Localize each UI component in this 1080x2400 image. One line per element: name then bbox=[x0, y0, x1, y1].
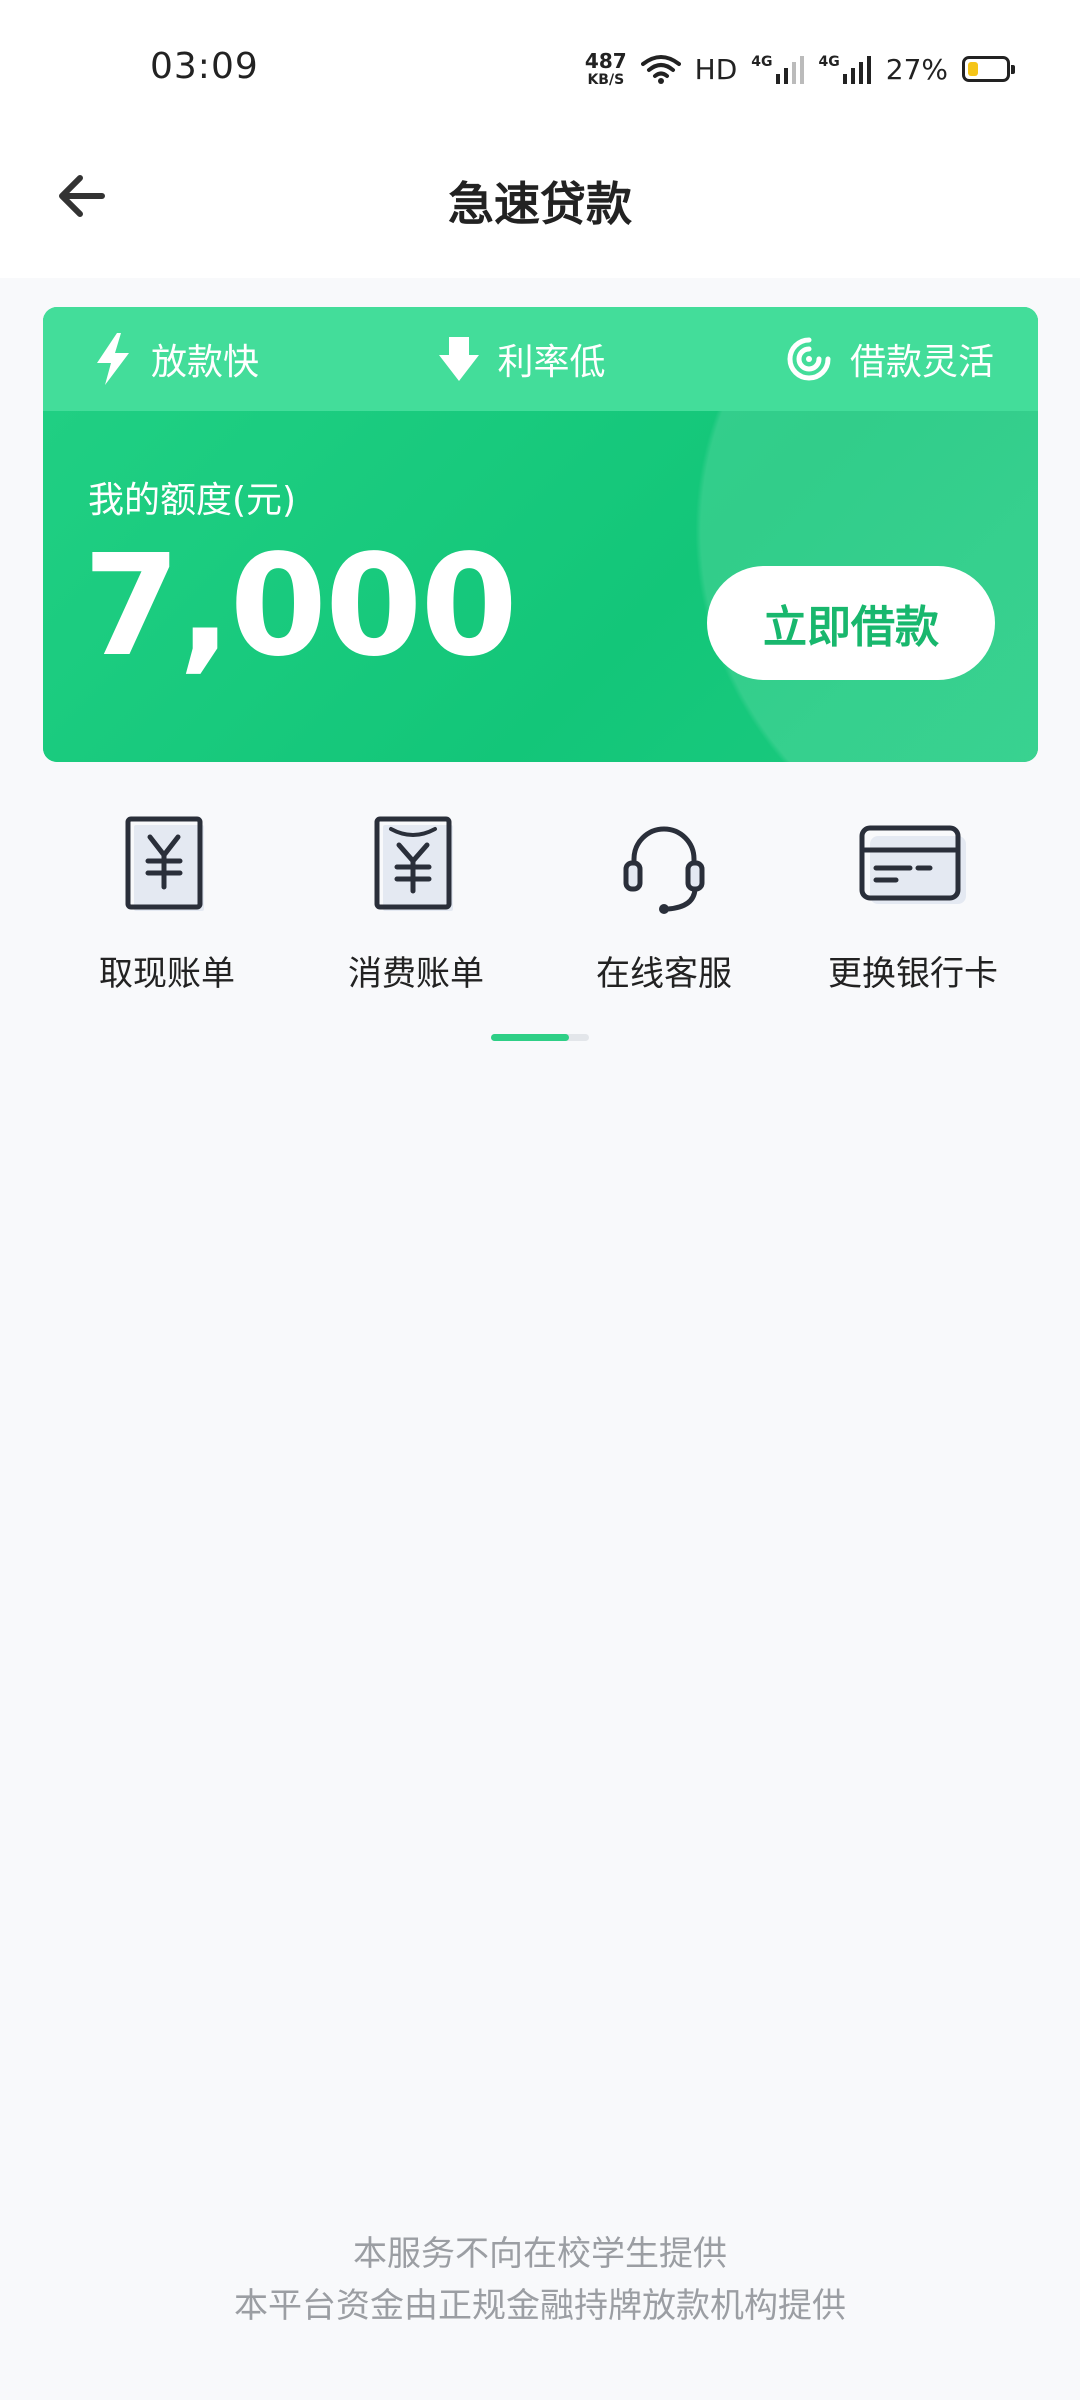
feature-band: 放款快 利率低 借款灵活 bbox=[43, 307, 1038, 411]
feature-label: 借款灵活 bbox=[849, 342, 994, 383]
yuan-bill-icon bbox=[374, 816, 453, 911]
disclaimer-line-2: 本平台资金由正规金融持牌放款机构提供 bbox=[234, 2286, 846, 2326]
quota-panel: 我的额度(元) 7,000 立即借款 bbox=[43, 411, 1038, 762]
bank-card-icon bbox=[859, 825, 966, 904]
feature-label: 放款快 bbox=[151, 342, 260, 383]
lightning-icon bbox=[97, 333, 129, 385]
battery-percent: 27% bbox=[885, 52, 948, 86]
feature-flexible: 借款灵活 bbox=[786, 333, 994, 385]
page-indicator-active bbox=[491, 1034, 569, 1041]
quota-amount: 7,000 bbox=[83, 525, 518, 688]
page-title: 急速贷款 bbox=[448, 177, 632, 231]
down-arrow-icon bbox=[439, 337, 480, 381]
disclaimer-line-1: 本服务不向在校学生提供 bbox=[353, 2234, 727, 2274]
signal-2: 4G bbox=[819, 54, 872, 84]
menu-label: 更换银行卡 bbox=[828, 954, 998, 994]
headset-icon bbox=[623, 826, 705, 914]
status-time: 03:09 bbox=[150, 46, 259, 87]
menu-label: 在线客服 bbox=[596, 954, 732, 994]
borrow-now-button[interactable]: 立即借款 bbox=[707, 566, 995, 680]
network-speed-unit: KB/S bbox=[587, 72, 625, 88]
hd-label: HD bbox=[694, 52, 738, 86]
network-speed: 487 KB/S bbox=[585, 51, 627, 87]
loan-card: 放款快 利率低 借款灵活 我的额度(元) 7,000 立即借款 bbox=[43, 307, 1038, 762]
signal-1: 4G bbox=[751, 54, 804, 84]
menu-label: 消费账单 bbox=[348, 954, 484, 994]
menu-item-cash-bill[interactable]: 取现账单 bbox=[42, 810, 292, 1010]
wifi-icon bbox=[640, 55, 681, 84]
loan-page: 03:09 487 KB/S HD 4G 4G 27% 急速贷款 放款快 利率低… bbox=[0, 0, 1080, 2400]
status-icons: 487 KB/S HD 4G 4G 27% bbox=[585, 44, 1015, 94]
menu-item-online-service[interactable]: 在线客服 bbox=[539, 810, 789, 1010]
signal-bars-icon bbox=[842, 56, 871, 84]
network-speed-value: 487 bbox=[584, 49, 627, 73]
quick-menu: 取现账单 消费账单 在线客服 更换银行卡 bbox=[0, 810, 1080, 1010]
menu-label: 取现账单 bbox=[99, 954, 235, 994]
menu-page-indicator bbox=[491, 1034, 589, 1041]
quota-label: 我的额度(元) bbox=[88, 480, 297, 521]
signal-bars-icon bbox=[775, 56, 804, 84]
network-type-2: 4G bbox=[818, 54, 840, 70]
yuan-receipt-icon bbox=[125, 816, 204, 911]
battery-icon bbox=[962, 56, 1015, 82]
app-header: 急速贷款 bbox=[0, 140, 1080, 278]
status-bar: 03:09 487 KB/S HD 4G 4G 27% bbox=[0, 0, 1080, 140]
menu-item-change-bank-card[interactable]: 更换银行卡 bbox=[788, 810, 1038, 1010]
spiral-icon bbox=[787, 337, 831, 381]
menu-item-spending-bill[interactable]: 消费账单 bbox=[291, 810, 541, 1010]
footer-disclaimer: 本服务不向在校学生提供 本平台资金由正规金融持牌放款机构提供 bbox=[0, 2228, 1080, 2332]
feature-fast-payout: 放款快 bbox=[93, 333, 259, 385]
battery-fill bbox=[968, 62, 978, 76]
feature-low-rate: 利率低 bbox=[439, 333, 606, 385]
feature-label: 利率低 bbox=[497, 342, 606, 383]
network-type-1: 4G bbox=[751, 54, 773, 70]
